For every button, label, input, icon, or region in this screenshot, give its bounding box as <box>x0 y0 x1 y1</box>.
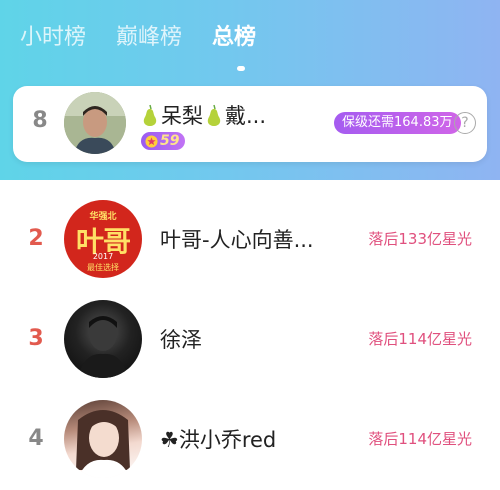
star-icon <box>145 134 158 148</box>
user-name: ☘洪小乔red <box>160 428 277 452</box>
avatar[interactable]: 华强北 叶哥 2017 最佳选择 <box>64 200 142 278</box>
user-name: 徐泽 <box>160 328 202 352</box>
my-name: 呆梨 戴... <box>141 100 266 130</box>
ranking-row[interactable]: 4 ☘洪小乔red 落后114亿星光 <box>0 390 500 490</box>
avatar[interactable] <box>64 400 142 478</box>
behind-text: 落后114亿星光 <box>368 430 472 448</box>
rank-number: 2 <box>28 226 44 251</box>
rank-number: 4 <box>28 426 44 451</box>
my-avatar[interactable] <box>64 92 126 154</box>
behind-text: 落后114亿星光 <box>368 330 472 348</box>
avatar[interactable] <box>64 300 142 378</box>
my-rank-card[interactable]: 8 呆梨 戴... 59 保级还需164.83万 ? <box>13 86 487 162</box>
ranking-row[interactable]: 2 华强北 叶哥 2017 最佳选择 叶哥-人心向善... 落后133亿星光 <box>0 190 500 290</box>
level-value: 59 <box>160 133 180 149</box>
rank-number: 3 <box>28 326 44 351</box>
avatar-text-bottom: 最佳选择 <box>87 263 119 272</box>
avatar-text-year: 2017 <box>92 252 114 261</box>
my-name-suffix: 戴... <box>225 104 267 128</box>
behind-text: 落后133亿星光 <box>368 230 472 248</box>
my-name-text: 呆梨 <box>161 104 203 128</box>
tab-total[interactable]: 总榜 <box>212 22 256 54</box>
tab-hourly[interactable]: 小时榜 <box>20 22 86 54</box>
protect-level-badge: 保级还需164.83万 <box>334 112 461 134</box>
ranking-row[interactable]: 3 徐泽 落后114亿星光 <box>0 290 500 390</box>
tab-bar: 小时榜 巅峰榜 总榜 <box>20 22 256 54</box>
pear-icon <box>143 104 157 126</box>
active-tab-indicator <box>237 66 245 71</box>
pear-icon <box>207 104 221 126</box>
help-icon[interactable]: ? <box>454 112 476 134</box>
level-badge: 59 <box>141 132 186 150</box>
tab-peak[interactable]: 巅峰榜 <box>116 22 182 54</box>
user-name: 叶哥-人心向善... <box>160 228 314 252</box>
my-rank-number: 8 <box>32 108 48 133</box>
